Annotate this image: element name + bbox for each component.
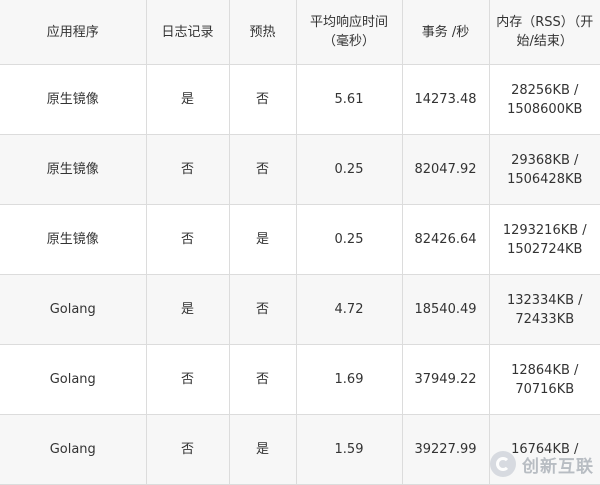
cell-app: Golang: [0, 274, 147, 345]
cell-app: Golang: [0, 344, 147, 415]
cell-avg-response: 4.72: [296, 274, 403, 345]
memory-start: 28256KB /: [511, 82, 579, 98]
memory-end: 70716KB: [515, 381, 575, 397]
cell-memory: 29368KB / 1506428KB: [489, 134, 600, 205]
cell-logging: 是: [146, 64, 230, 135]
cell-logging: 否: [146, 134, 230, 205]
memory-end: 1502724KB: [507, 241, 583, 257]
memory-start: 1293216KB /: [502, 222, 587, 238]
cell-warmup: 是: [229, 414, 297, 485]
table-row: 原生镜像 是 否 5.61 14273.48 28256KB / 1508600…: [0, 64, 600, 135]
cell-app: 原生镜像: [0, 64, 147, 135]
benchmark-table: 应用程序 日志记录 预热 平均响应时间（毫秒） 事务 /秒 内存（RSS）（开始…: [0, 0, 600, 485]
header-warmup: 预热: [229, 0, 297, 65]
cell-app: 原生镜像: [0, 134, 147, 205]
watermark: 创新互联: [490, 451, 594, 477]
cell-warmup: 否: [229, 274, 297, 345]
cell-memory: 1293216KB / 1502724KB: [489, 204, 600, 275]
table-row: Golang 否 否 1.69 37949.22 12864KB / 70716…: [0, 344, 600, 415]
header-application: 应用程序: [0, 0, 147, 65]
cell-warmup: 否: [229, 64, 297, 135]
cell-logging: 否: [146, 204, 230, 275]
cell-app: Golang: [0, 414, 147, 485]
cell-avg-response: 0.25: [296, 204, 403, 275]
cell-tps: 14273.48: [402, 64, 490, 135]
cell-logging: 否: [146, 344, 230, 415]
cell-warmup: 是: [229, 204, 297, 275]
memory-end: 72433KB: [515, 311, 575, 327]
cell-avg-response: 0.25: [296, 134, 403, 205]
header-logging: 日志记录: [146, 0, 230, 65]
cell-tps: 39227.99: [402, 414, 490, 485]
cell-logging: 是: [146, 274, 230, 345]
swirl-logo-icon: [490, 451, 516, 477]
table-header-row: 应用程序 日志记录 预热 平均响应时间（毫秒） 事务 /秒 内存（RSS）（开始…: [0, 0, 600, 65]
memory-start: 132334KB /: [506, 292, 583, 308]
cell-warmup: 否: [229, 344, 297, 415]
cell-app: 原生镜像: [0, 204, 147, 275]
watermark-text: 创新互联: [522, 456, 594, 477]
cell-avg-response: 1.59: [296, 414, 403, 485]
table-row: Golang 是 否 4.72 18540.49 132334KB / 7243…: [0, 274, 600, 345]
cell-memory: 132334KB / 72433KB: [489, 274, 600, 345]
memory-start: 12864KB /: [511, 362, 579, 378]
cell-tps: 18540.49: [402, 274, 490, 345]
cell-avg-response: 1.69: [296, 344, 403, 415]
memory-end: 1506428KB: [507, 171, 583, 187]
header-avg-response: 平均响应时间（毫秒）: [296, 0, 403, 65]
cell-memory: 28256KB / 1508600KB: [489, 64, 600, 135]
cell-tps: 82426.64: [402, 204, 490, 275]
cell-avg-response: 5.61: [296, 64, 403, 135]
cell-warmup: 否: [229, 134, 297, 205]
header-tps: 事务 /秒: [402, 0, 490, 65]
table-row: 原生镜像 否 否 0.25 82047.92 29368KB / 1506428…: [0, 134, 600, 205]
cell-tps: 37949.22: [402, 344, 490, 415]
memory-start: 29368KB /: [511, 152, 579, 168]
cell-memory: 12864KB / 70716KB: [489, 344, 600, 415]
memory-end: 1508600KB: [507, 101, 583, 117]
cell-tps: 82047.92: [402, 134, 490, 205]
cell-logging: 否: [146, 414, 230, 485]
table-row: 原生镜像 否 是 0.25 82426.64 1293216KB / 15027…: [0, 204, 600, 275]
header-memory: 内存（RSS）（开始/结束）: [489, 0, 600, 65]
